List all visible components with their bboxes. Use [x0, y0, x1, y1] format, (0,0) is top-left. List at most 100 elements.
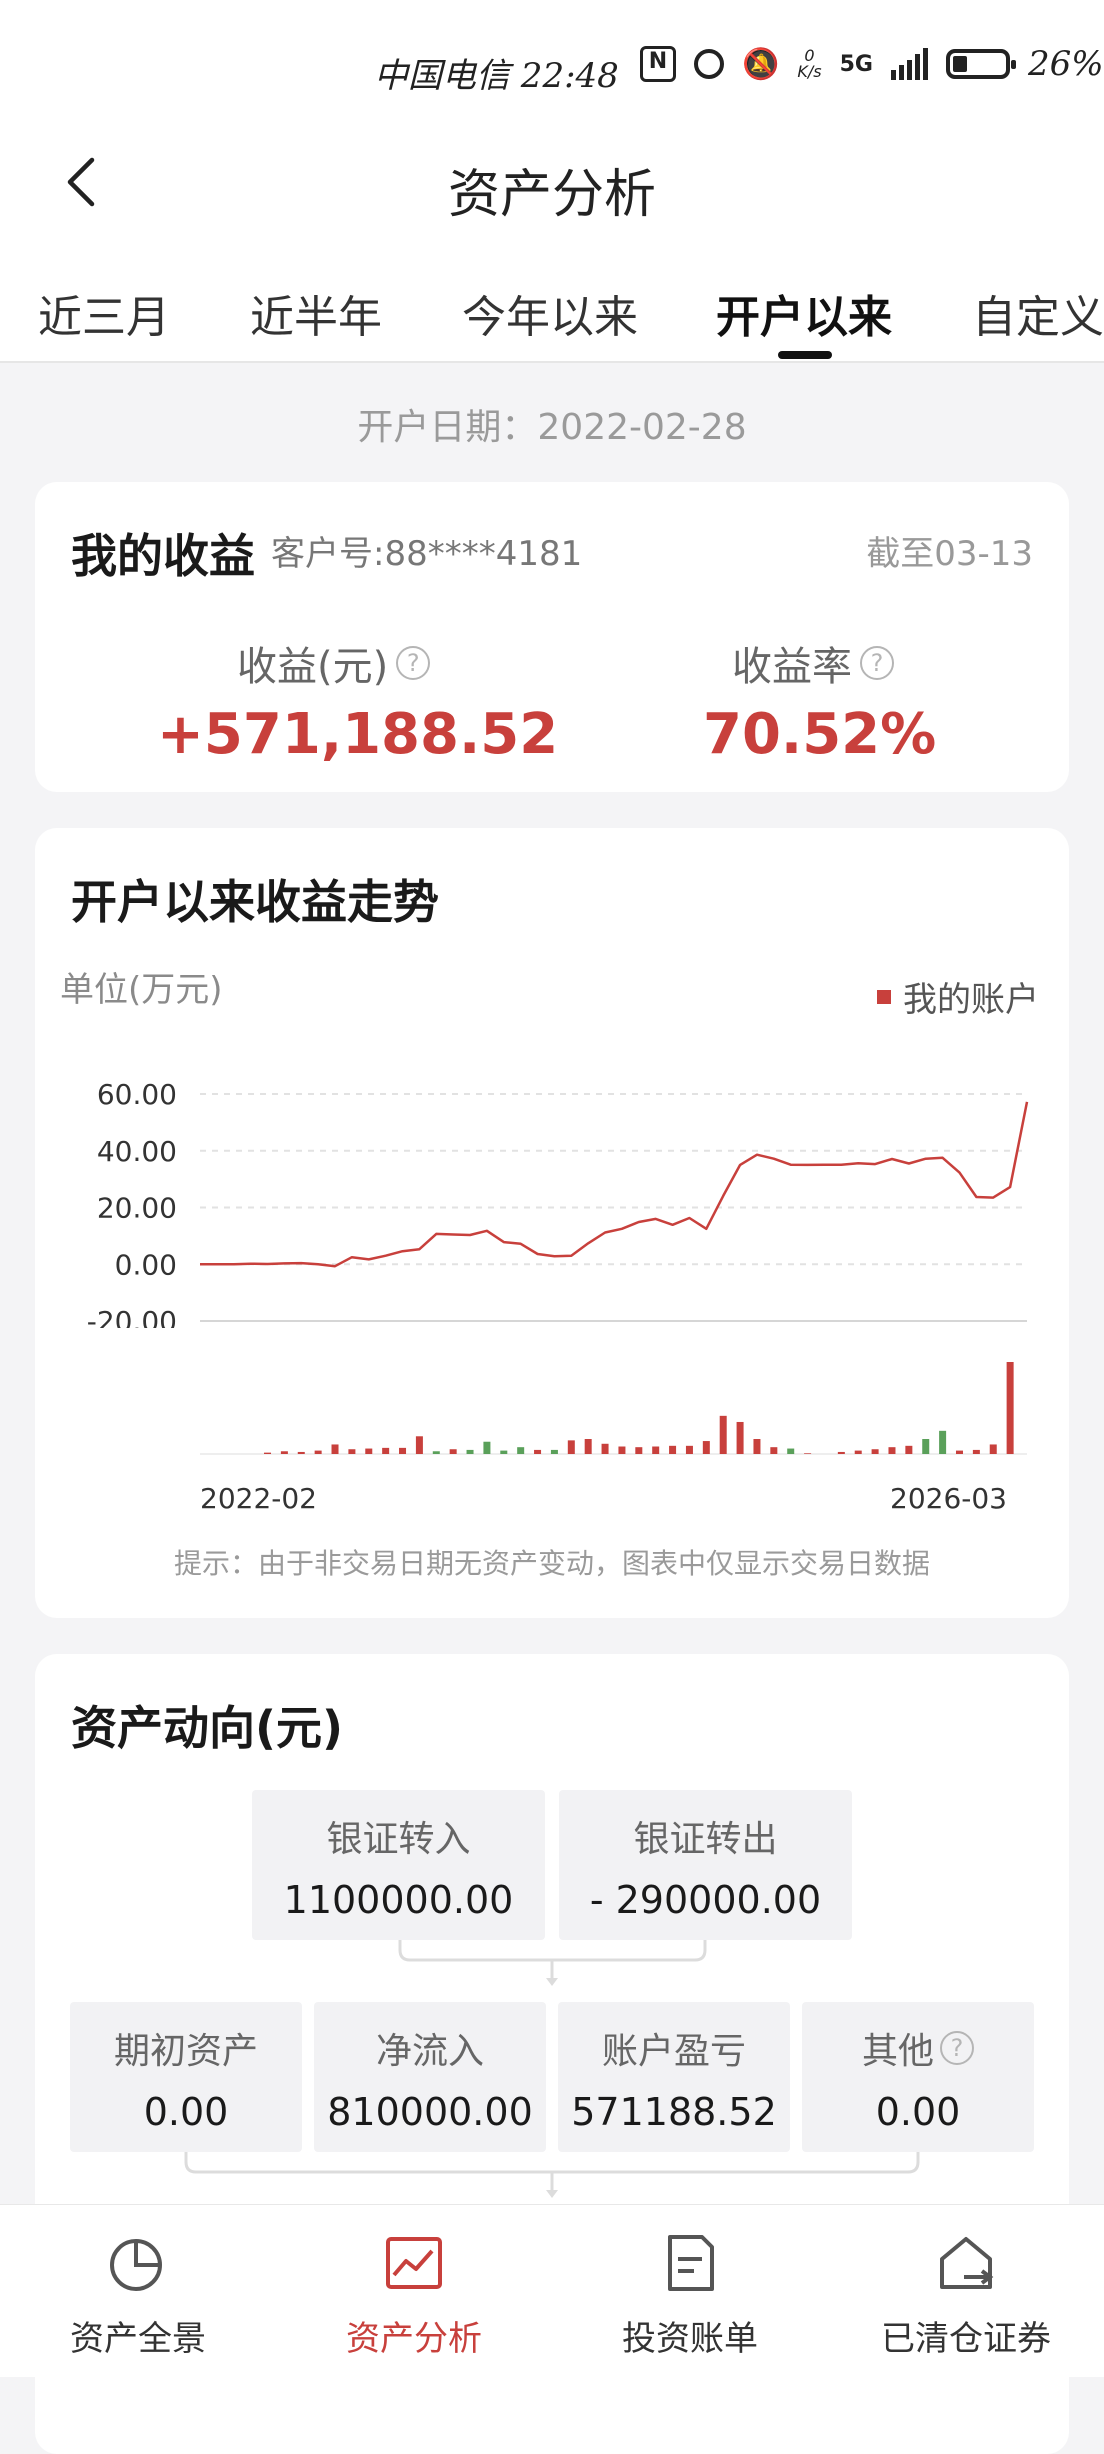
profit-bar — [888, 1447, 895, 1454]
bank-in-label: 银证转入 — [252, 1810, 545, 1862]
profit-bar — [500, 1451, 507, 1454]
bottom-nav: 资产全景 资产分析 投资账单 已清仓证券 — [0, 2204, 1104, 2377]
earnings-card: 我的收益 客户号:88****4181 截至03-13 收益(元) ? +571… — [35, 482, 1069, 792]
profit-bar — [669, 1446, 676, 1454]
mute-bell-icon: 🔕 — [742, 47, 779, 82]
nav-label: 资产全景 — [0, 2311, 276, 2360]
net-inflow-label: 净流入 — [314, 2022, 546, 2074]
opening-value: 0.00 — [70, 2090, 302, 2134]
profit-bar — [939, 1431, 946, 1454]
net-speed-unit: K/s — [797, 64, 821, 80]
profit-bar — [652, 1447, 659, 1454]
profit-bar — [990, 1444, 997, 1454]
nav-asset-overview[interactable]: 资产全景 — [0, 2231, 276, 2360]
profit-bar — [720, 1416, 727, 1454]
profit-bar — [585, 1439, 592, 1454]
nfc-icon: N — [640, 46, 676, 82]
trend-chart-icon — [382, 2231, 446, 2295]
profit-bar — [905, 1446, 912, 1454]
nav-asset-analysis[interactable]: 资产分析 — [276, 2231, 552, 2360]
rate-value: 70.52% — [703, 702, 936, 767]
tab-custom[interactable]: 自定义 — [972, 281, 1104, 345]
help-icon[interactable]: ? — [396, 646, 430, 680]
asset-flow-title: 资产动向(元) — [71, 1692, 343, 1758]
rate-label: 收益率 — [732, 634, 852, 692]
y-tick-label: 40.00 — [97, 1135, 177, 1168]
profit-bar — [483, 1442, 490, 1454]
profit-bar — [315, 1451, 322, 1454]
cleared-stock-icon — [934, 2231, 998, 2295]
profit-bar — [416, 1436, 423, 1454]
opening-label: 期初资产 — [70, 2022, 302, 2074]
status-carrier-time: 中国电信 22:48 — [374, 48, 619, 97]
profit-trend-chart[interactable]: 60.0040.0020.000.00-20.00 — [35, 1028, 1069, 1328]
profit-bar — [517, 1447, 524, 1454]
profit-bar — [399, 1448, 406, 1454]
profit-bar — [568, 1440, 575, 1454]
profit-bar — [753, 1439, 760, 1454]
customer-number: 客户号:88****4181 — [271, 526, 582, 575]
profit-bar — [450, 1449, 457, 1454]
profit-bar — [686, 1446, 693, 1454]
other-box: 其他 ? 0.00 — [802, 2002, 1034, 2152]
chart-legend: 我的账户 — [877, 972, 1039, 1021]
profit-bar — [365, 1449, 372, 1454]
account-open-date: 开户日期：2022-02-28 — [0, 398, 1104, 450]
nav-investment-bill[interactable]: 投资账单 — [552, 2231, 828, 2360]
profit-label-group: 收益(元) ? — [237, 634, 430, 692]
nav-label: 已清仓证券 — [828, 2311, 1104, 2360]
help-icon[interactable]: ? — [860, 646, 894, 680]
y-tick-label: 0.00 — [115, 1248, 177, 1281]
nav-label: 资产分析 — [276, 2311, 552, 2360]
profit-bar — [618, 1447, 625, 1454]
network-type: 5G — [840, 52, 873, 77]
nav-cleared-stocks[interactable]: 已清仓证券 — [828, 2231, 1104, 2360]
series-line-my-account — [200, 1102, 1027, 1266]
profit-bar — [602, 1444, 609, 1454]
bank-in-value: 1100000.00 — [252, 1878, 545, 1922]
bank-transfer-in-box: 银证转入 1100000.00 — [252, 1790, 545, 1940]
profit-bar — [467, 1450, 474, 1454]
x-tick-label: 2022-02 — [200, 1482, 317, 1515]
profit-bar — [787, 1449, 794, 1454]
profit-value: +571,188.52 — [157, 702, 558, 767]
app-header: 资产分析 — [0, 130, 1104, 245]
profit-bar — [332, 1444, 339, 1454]
tab-last-three-months[interactable]: 近三月 — [38, 281, 170, 345]
net-speed: 0 K/s — [797, 48, 821, 80]
profit-bar — [635, 1447, 642, 1454]
profit-bar — [770, 1447, 777, 1454]
profit-bar — [855, 1451, 862, 1454]
profit-bar — [281, 1451, 288, 1454]
flow-connector — [35, 1940, 1069, 2002]
bill-icon — [658, 2231, 722, 2295]
profit-bar — [264, 1453, 271, 1454]
help-icon[interactable]: ? — [940, 2031, 974, 2065]
pie-chart-icon — [106, 2231, 170, 2295]
profit-bar — [703, 1441, 710, 1454]
pnl-label: 账户盈亏 — [558, 2022, 790, 2074]
profit-bar — [922, 1439, 929, 1454]
chart-unit-label: 单位(万元) — [60, 962, 223, 1011]
trend-card: 开户以来收益走势 单位(万元) 我的账户 60.0040.0020.000.00… — [35, 828, 1069, 1618]
opening-assets-box: 期初资产 0.00 — [70, 2002, 302, 2152]
profit-bar — [551, 1450, 558, 1454]
period-tabs: 近三月 近半年 今年以来 开户以来 自定义 — [0, 245, 1104, 363]
profit-label: 收益(元) — [237, 634, 388, 692]
x-tick-label: 2026-03 — [890, 1482, 1007, 1515]
daily-profit-bars: 2022-02 2026-03 — [35, 1328, 1069, 1528]
net-inflow-value: 810000.00 — [314, 2090, 546, 2134]
signal-icon — [891, 48, 928, 80]
legend-swatch — [877, 990, 891, 1004]
other-label: 其他 — [862, 2022, 934, 2074]
profit-bar — [534, 1450, 541, 1454]
tab-since-account-open[interactable]: 开户以来 — [716, 281, 892, 345]
profit-bar — [382, 1448, 389, 1454]
tab-year-to-date[interactable]: 今年以来 — [462, 281, 638, 345]
tab-last-half-year[interactable]: 近半年 — [250, 281, 382, 345]
battery-icon — [946, 49, 1010, 79]
y-tick-label: 20.00 — [97, 1192, 177, 1225]
trend-title: 开户以来收益走势 — [71, 866, 439, 932]
profit-bar — [737, 1422, 744, 1454]
legend-label: 我的账户 — [903, 972, 1039, 1021]
